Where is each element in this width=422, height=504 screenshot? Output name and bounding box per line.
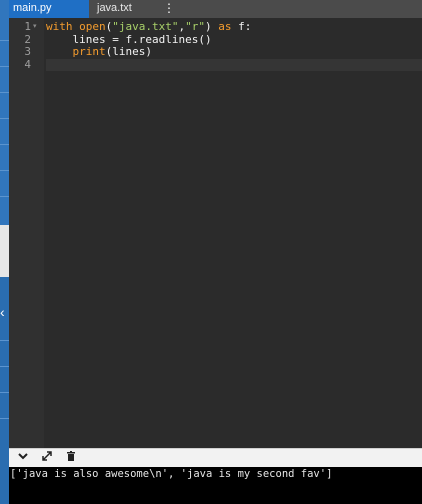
code-editor[interactable]: 1 ▾ 2 3 4 with open("java.txt","r") as f… — [9, 18, 422, 448]
code-token: open — [79, 20, 106, 33]
code-token: as — [218, 20, 232, 33]
sidebar-divider — [0, 144, 9, 145]
chevron-down-icon[interactable] — [15, 450, 31, 466]
tab-bar: main.py java.txt ⋮ — [9, 0, 422, 18]
sidebar-panel-top — [0, 0, 9, 225]
fold-arrow-icon[interactable]: ▾ — [33, 21, 37, 34]
sidebar-divider — [0, 340, 9, 341]
line-number: 1 — [24, 20, 31, 33]
code-line[interactable]: print(lines) — [46, 45, 422, 59]
sidebar-divider — [0, 170, 9, 171]
code-token: (lines) — [105, 45, 152, 58]
code-token: lines = f.readlines() — [46, 32, 212, 46]
code-token: "r" — [185, 20, 205, 33]
expand-icon[interactable] — [39, 450, 55, 466]
sidebar-divider — [0, 66, 9, 67]
line-number-gutter: 1 ▾ 2 3 4 — [9, 18, 44, 448]
chevron-left-icon[interactable]: ‹ — [0, 302, 9, 322]
line-number: 3 — [24, 45, 31, 58]
left-sidebar: ‹ — [0, 0, 9, 504]
line-number: 4 — [24, 57, 31, 71]
code-line[interactable] — [46, 58, 422, 71]
code-token: ) — [204, 20, 219, 33]
sidebar-divider — [0, 92, 9, 93]
sidebar-divider — [0, 418, 9, 419]
console-output: ['java is also awesome\n', 'java is my s… — [9, 467, 422, 504]
sidebar-panel-light — [0, 225, 9, 277]
code-token: f: — [231, 20, 252, 33]
tab-java-txt[interactable]: java.txt — [93, 0, 159, 18]
console-toolbar — [9, 448, 422, 467]
output-line: ['java is also awesome\n', 'java is my s… — [10, 468, 333, 480]
tab-main-py[interactable]: main.py — [9, 0, 89, 18]
sidebar-divider — [0, 40, 9, 41]
vertical-dots-icon[interactable]: ⋮ — [163, 0, 175, 18]
sidebar-divider — [0, 118, 9, 119]
code-token: with — [46, 20, 73, 33]
sidebar-divider — [0, 196, 9, 197]
code-token: print — [72, 45, 106, 58]
sidebar-divider — [0, 366, 9, 367]
code-token: "java.txt" — [112, 20, 179, 33]
sidebar-divider — [0, 392, 9, 393]
clear-icon[interactable] — [63, 450, 79, 466]
